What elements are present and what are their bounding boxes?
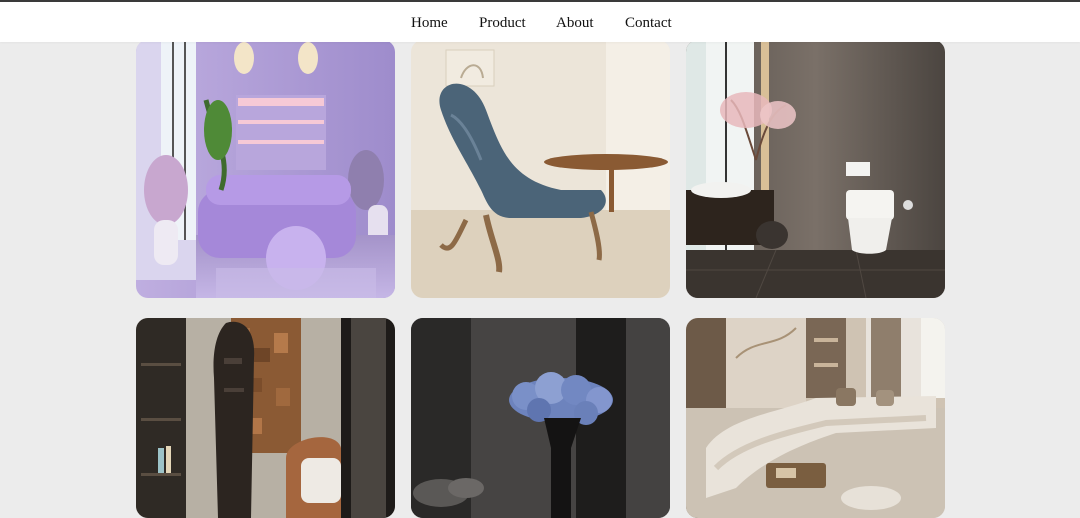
top-navbar: Home Product About Contact: [0, 0, 1080, 42]
sectional-sofa-image: [686, 318, 945, 518]
nav-links: Home Product About Contact: [0, 2, 1080, 42]
nav-link-product[interactable]: Product: [479, 14, 526, 32]
blue-chair-image: [411, 40, 670, 298]
gallery-image-modern-bathroom[interactable]: [686, 40, 945, 298]
bathroom-image: [686, 40, 945, 298]
purple-living-room-image: [136, 40, 395, 298]
gallery-image-sectional-sofa-lounge[interactable]: [686, 318, 945, 518]
gallery-image-tribal-sculpture-room[interactable]: [136, 318, 395, 518]
gallery-image-purple-living-room[interactable]: [136, 40, 395, 298]
nav-link-home[interactable]: Home: [411, 14, 448, 32]
gallery-image-blue-sculptural-chair[interactable]: [411, 40, 670, 298]
gallery-image-blue-flower-vase[interactable]: [411, 318, 670, 518]
nav-link-about[interactable]: About: [556, 14, 594, 32]
nav-link-contact[interactable]: Contact: [625, 14, 672, 32]
tribal-sculpture-image: [136, 318, 395, 518]
image-gallery: [0, 0, 1080, 518]
flower-vase-image: [411, 318, 670, 518]
